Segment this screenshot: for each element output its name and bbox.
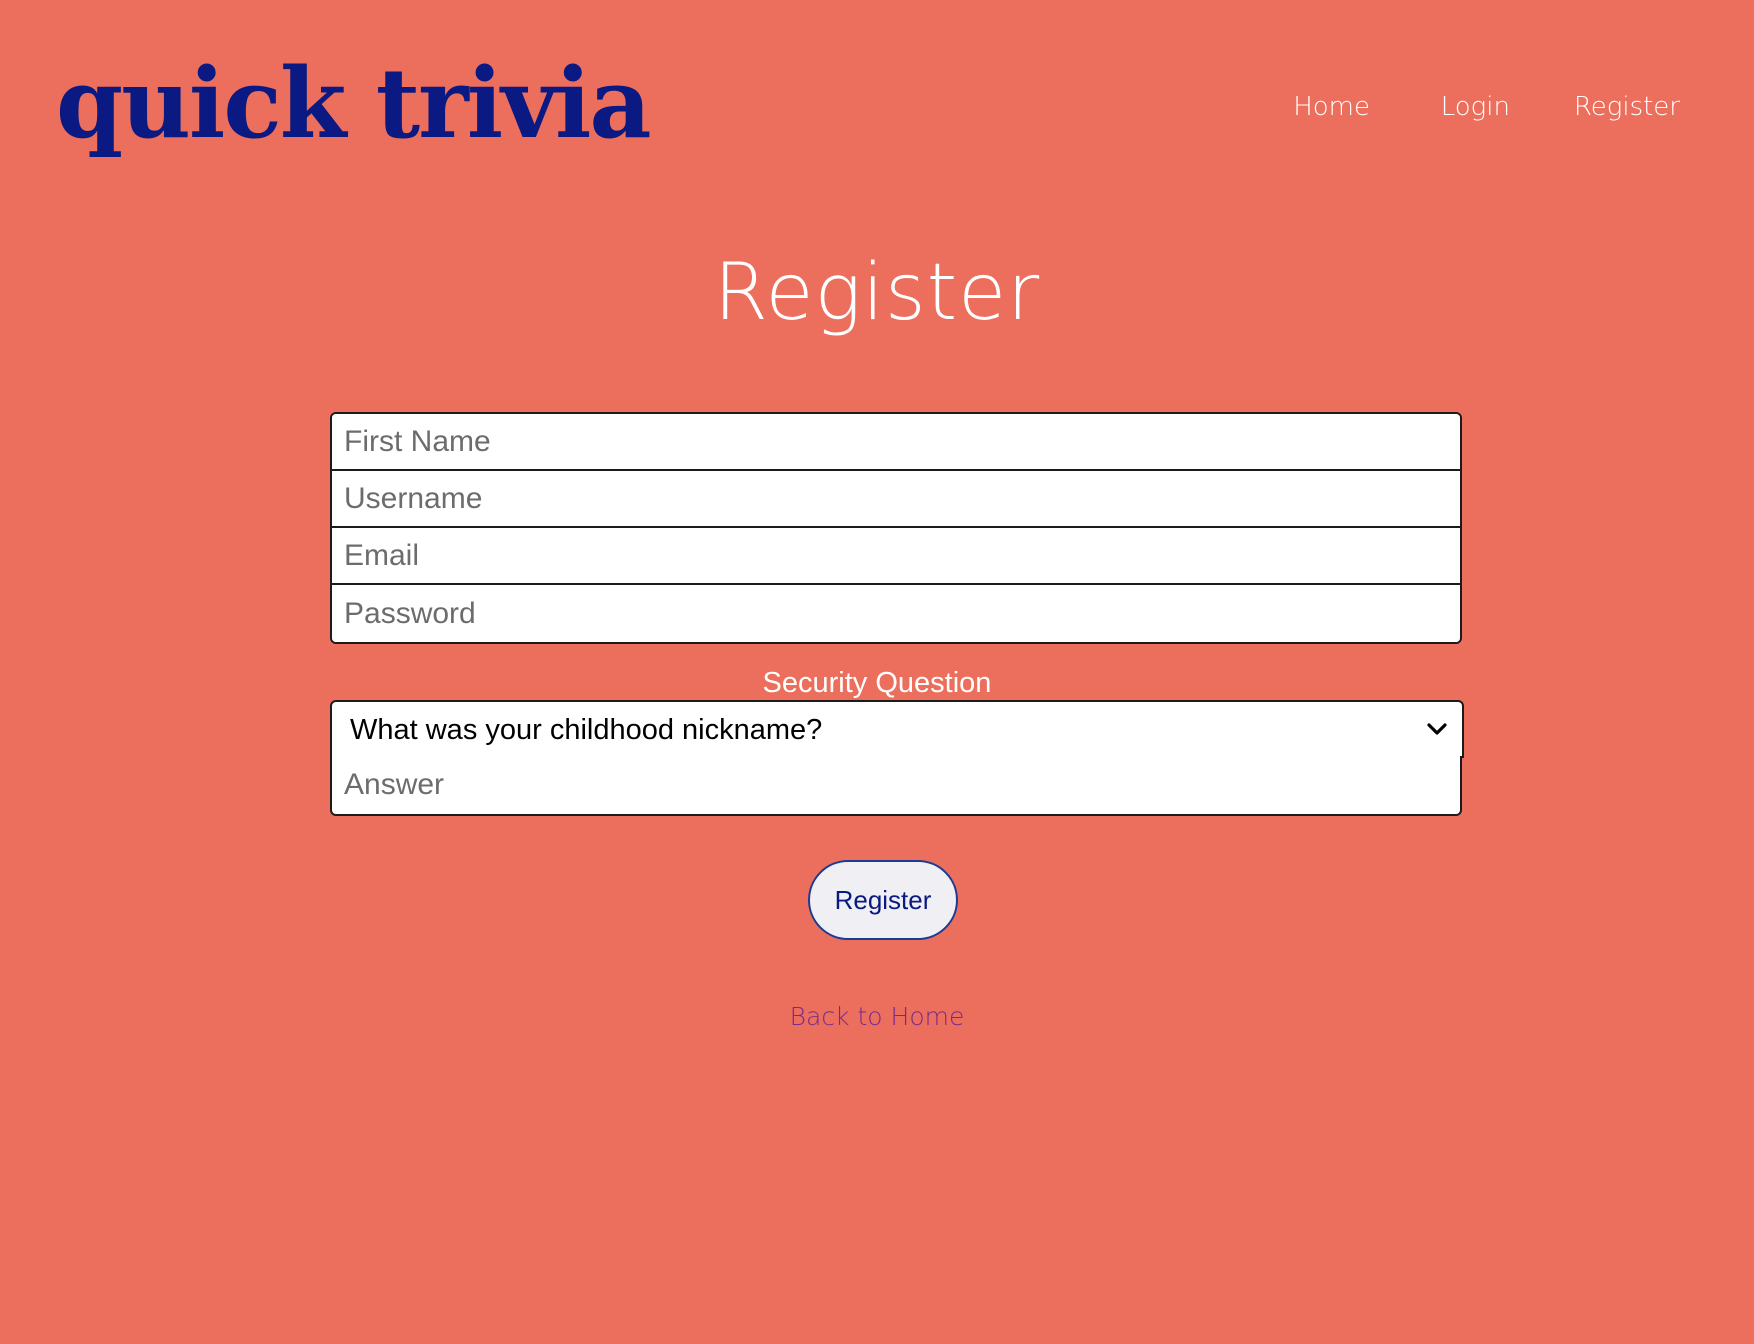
register-button[interactable]: Register: [808, 860, 958, 940]
username-input[interactable]: [332, 471, 1460, 528]
back-to-home-link[interactable]: Back to Home: [790, 1002, 965, 1031]
security-question-select[interactable]: What was your childhood nickname?: [330, 700, 1464, 758]
back-link-container: Back to Home: [0, 1002, 1754, 1031]
security-answer-input[interactable]: [332, 756, 1460, 814]
password-input[interactable]: [332, 585, 1460, 642]
security-question-selected: What was your childhood nickname?: [350, 714, 823, 746]
nav-link-login[interactable]: Login: [1441, 92, 1510, 122]
account-fields-group: [330, 412, 1462, 644]
nav-link-register[interactable]: Register: [1574, 92, 1680, 122]
answer-field-wrapper: [330, 756, 1462, 816]
chevron-down-icon: [1427, 723, 1447, 735]
first-name-input[interactable]: [332, 414, 1460, 471]
nav-link-home[interactable]: Home: [1293, 92, 1370, 122]
email-input[interactable]: [332, 528, 1460, 585]
security-question-label: Security Question: [762, 667, 992, 699]
site-logo[interactable]: quick trivia: [56, 56, 652, 152]
page-title: Register: [713, 248, 1041, 338]
